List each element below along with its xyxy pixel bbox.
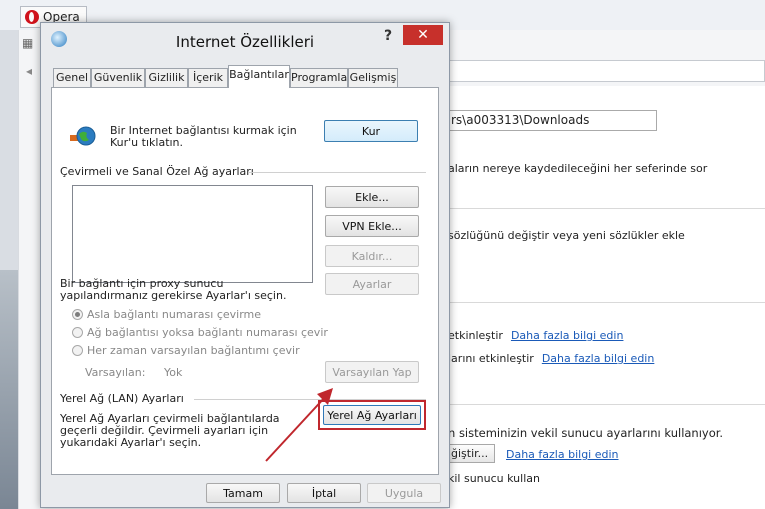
connections-panel: Bir Internet bağlantısı kurmak için Kur'… bbox=[51, 87, 439, 475]
divider bbox=[448, 208, 765, 209]
radio-indicator bbox=[72, 309, 83, 320]
divider bbox=[448, 404, 765, 405]
default-value: Yok bbox=[164, 366, 183, 379]
speed-dial-icon[interactable]: ▦ bbox=[22, 36, 34, 50]
close-button[interactable]: ✕ bbox=[403, 25, 443, 45]
apply-button[interactable]: Uygula bbox=[367, 483, 441, 503]
change-proxy-button[interactable]: ğiştir... bbox=[444, 444, 496, 463]
enable-setting-1: etkinleştir Daha fazla bilgi edin bbox=[448, 329, 623, 342]
set-default-button[interactable]: Varsayılan Yap bbox=[325, 361, 419, 383]
radio-indicator bbox=[72, 345, 83, 356]
opera-address-bar[interactable] bbox=[448, 60, 765, 82]
back-arrow-icon[interactable]: ◂ bbox=[26, 64, 32, 78]
more-info-link-2[interactable]: Daha fazla bilgi edin bbox=[542, 352, 655, 365]
tab-content[interactable]: İçerik bbox=[188, 68, 228, 87]
tab-general[interactable]: Genel bbox=[53, 68, 91, 87]
desktop-edge bbox=[0, 30, 18, 509]
settings-button[interactable]: Ayarlar bbox=[325, 273, 419, 295]
more-info-link-1[interactable]: Daha fazla bilgi edin bbox=[511, 329, 624, 342]
tab-security[interactable]: Güvenlik bbox=[91, 68, 145, 87]
tab-privacy[interactable]: Gizlilik bbox=[145, 68, 188, 87]
cancel-button[interactable]: İptal bbox=[287, 483, 361, 503]
add-vpn-button[interactable]: VPN Ekle... bbox=[325, 215, 419, 237]
add-button[interactable]: Ekle... bbox=[325, 186, 419, 208]
tab-connections[interactable]: Bağlantılar bbox=[228, 65, 290, 88]
group-divider bbox=[248, 172, 426, 173]
setup-description: Bir Internet bağlantısı kurmak için Kur'… bbox=[110, 124, 297, 149]
lan-description: Yerel Ağ Ayarları çevirmeli bağlantılard… bbox=[60, 412, 280, 449]
proxy-use-label: kil sunucu kullan bbox=[448, 472, 540, 485]
dialup-connections-list[interactable] bbox=[72, 185, 313, 283]
divider bbox=[448, 302, 765, 303]
opera-logo-icon bbox=[25, 10, 39, 24]
enable-label-1: etkinleştir bbox=[448, 329, 503, 342]
download-path-field[interactable]: rs\a003313\Downloads bbox=[448, 110, 657, 131]
opera-settings-panel: rs\a003313\Downloads aların nereye kayde… bbox=[444, 86, 765, 509]
enable-label-2: larını etkinleştir bbox=[448, 352, 534, 365]
dictionary-label: sözlüğünü değiştir veya yeni sözlükler e… bbox=[448, 229, 685, 242]
dialog-titlebar: Internet Özellikleri ? ✕ bbox=[41, 23, 449, 63]
proxy-description: Bir bağlantı için proxy sunucu yapılandı… bbox=[60, 277, 287, 302]
enable-setting-2: larını etkinleştir Daha fazla bilgi edin bbox=[448, 352, 654, 365]
help-button[interactable]: ? bbox=[384, 28, 392, 44]
network-setup-icon bbox=[70, 126, 96, 146]
tab-programs[interactable]: Programlar bbox=[290, 68, 352, 87]
remove-button[interactable]: Kaldır... bbox=[325, 245, 419, 267]
radio-never-dial[interactable]: Asla bağlantı numarası çevirme bbox=[72, 308, 261, 321]
radio-indicator bbox=[72, 327, 83, 338]
ask-save-location-label: aların nereye kaydedileceğini her seferi… bbox=[448, 162, 708, 175]
tab-advanced[interactable]: Gelişmiş bbox=[348, 68, 398, 87]
radio-always-dial-default[interactable]: Her zaman varsayılan bağlantımı çevir bbox=[72, 344, 300, 357]
proxy-system-label: n sisteminizin vekil sunucu ayarlarını k… bbox=[448, 426, 724, 440]
ok-button[interactable]: Tamam bbox=[206, 483, 280, 503]
radio-dial-when-no-network[interactable]: Ağ bağlantısı yoksa bağlantı numarası çe… bbox=[72, 326, 328, 339]
lan-settings-button[interactable]: Yerel Ağ Ayarları bbox=[323, 405, 421, 425]
setup-button[interactable]: Kur bbox=[324, 120, 418, 142]
proxy-more-info-link[interactable]: Daha fazla bilgi edin bbox=[506, 448, 619, 461]
internet-options-dialog: Internet Özellikleri ? ✕ Genel Güvenlik … bbox=[40, 22, 450, 508]
lan-settings-header: Yerel Ağ (LAN) Ayarları bbox=[60, 392, 184, 405]
default-label: Varsayılan: bbox=[85, 366, 146, 379]
dialup-vpn-header: Çevirmeli ve Sanal Özel Ağ ayarları bbox=[60, 165, 254, 178]
